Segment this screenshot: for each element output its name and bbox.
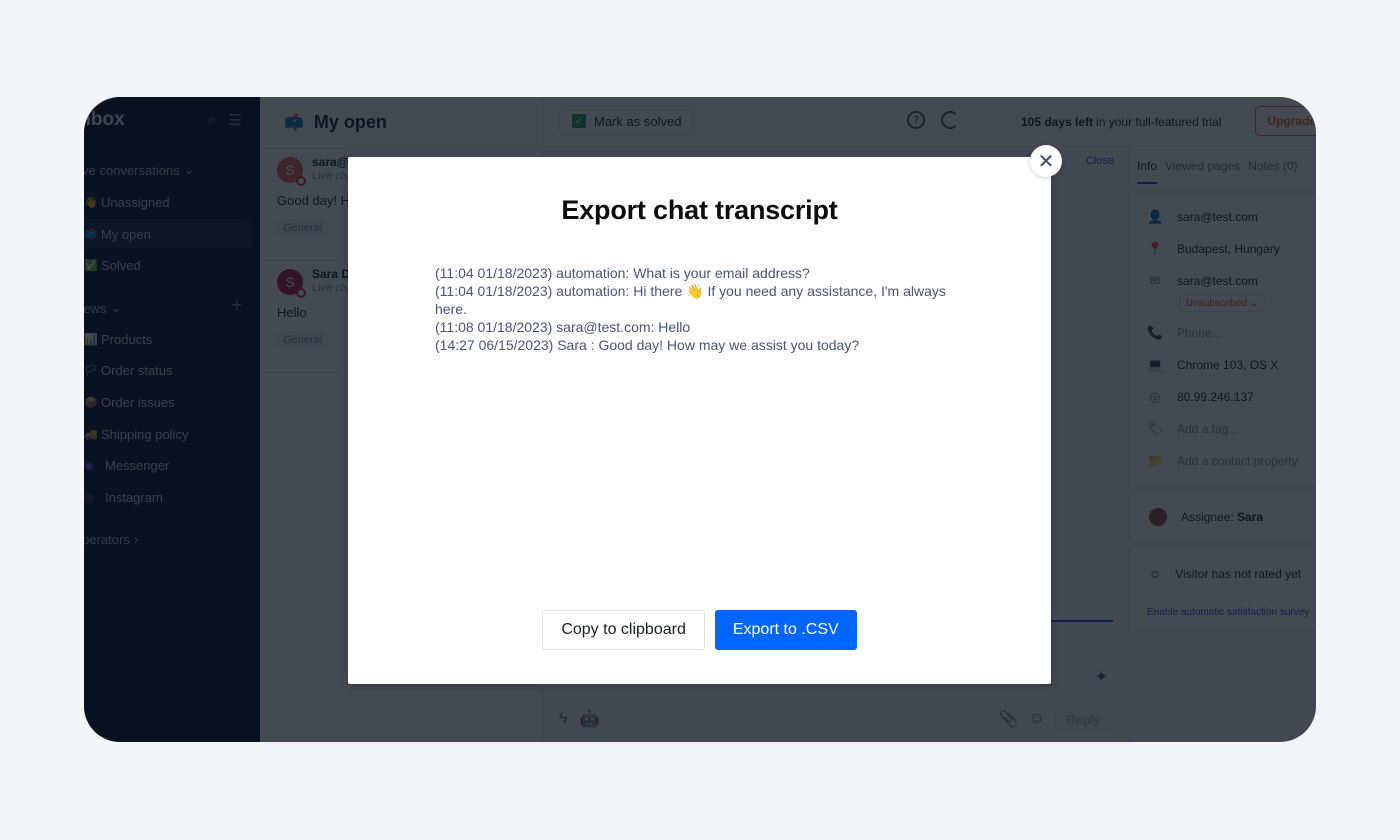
export-csv-button[interactable]: Export to .CSV	[714, 610, 857, 650]
transcript-line: (11:04 01/18/2023) automation: Hi there …	[435, 283, 950, 317]
export-transcript-modal: Export chat transcript (11:04 01/18/2023…	[348, 157, 1051, 684]
modal-title: Export chat transcript	[561, 195, 838, 225]
close-icon[interactable]: ✕	[1030, 145, 1062, 177]
transcript-line: (11:08 01/18/2023) sara@test.com: Hello	[435, 319, 691, 335]
copy-to-clipboard-button[interactable]: Copy to clipboard	[542, 610, 705, 650]
transcript-line: (11:04 01/18/2023) automation: What is y…	[435, 265, 810, 281]
transcript-line: (14:27 06/15/2023) Sara : Good day! How …	[435, 337, 860, 353]
app-window: Inbox ⌕ ☰ Live conversations⌄ 👋 Unassign…	[84, 97, 1316, 742]
transcript-text: (11:04 01/18/2023) automation: What is y…	[435, 264, 975, 354]
